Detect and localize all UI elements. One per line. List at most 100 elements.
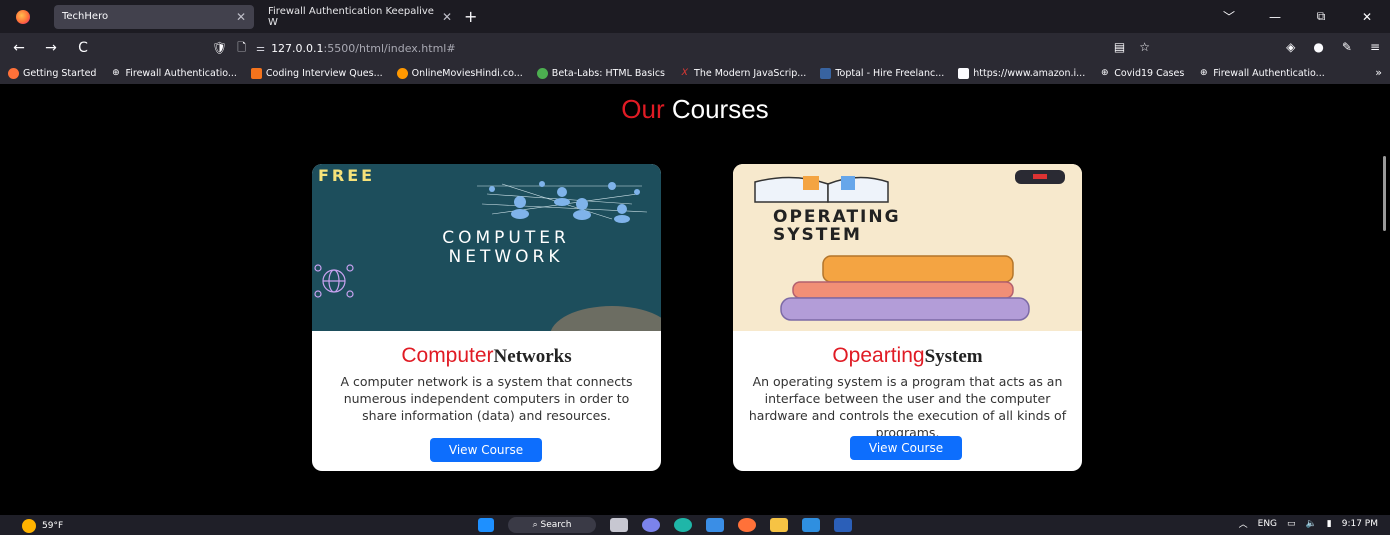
tab-techhero[interactable]: TechHero ✕ (54, 4, 254, 29)
globe-icon: ⊕ (1200, 68, 1208, 78)
free-label: FREE (318, 166, 375, 185)
system-tray: ︿ ENG ▭ 🔈 ▮ 9:17 PM (1239, 517, 1378, 531)
course-description: An operating system is a program that ac… (748, 374, 1067, 440)
new-tab-button[interactable]: + (464, 7, 477, 26)
url-path: :5500/html/index.html# (323, 41, 456, 55)
chat-icon[interactable] (642, 518, 660, 532)
taskbar-search-label: Search (540, 520, 572, 530)
restore-button[interactable]: ⧉ (1298, 9, 1344, 24)
network-label: NETWORK (449, 247, 564, 267)
bookmark-label: Coding Interview Ques... (265, 68, 383, 79)
bookmark-covid19[interactable]: ⊕ Covid19 Cases (1099, 68, 1184, 79)
weather-widget[interactable]: 59°F (22, 519, 63, 533)
edge-icon[interactable] (674, 518, 692, 532)
volume-icon[interactable]: 🔈 (1306, 519, 1317, 529)
tray-time[interactable]: 9:17 PM (1342, 519, 1378, 529)
close-window-button[interactable]: ✕ (1344, 10, 1390, 24)
search-icon: ⌕ (532, 520, 541, 530)
view-course-button[interactable]: View Course (850, 436, 962, 460)
account-icon[interactable]: ● (1313, 40, 1323, 54)
reload-button[interactable]: C (70, 40, 96, 56)
book-stack-icon (780, 255, 1030, 321)
page-scrollbar[interactable] (1380, 84, 1390, 515)
course-description: A computer network is a system that conn… (340, 374, 633, 423)
vscode-icon[interactable] (802, 518, 820, 532)
heading-rest: Courses (664, 94, 769, 124)
bookmark-toptal[interactable]: Toptal - Hire Freelanc... (820, 68, 944, 79)
bookmark-label: Covid19 Cases (1114, 68, 1185, 79)
tray-overflow-icon[interactable]: ︿ (1239, 517, 1248, 530)
firefox-logo-icon[interactable] (16, 9, 30, 24)
operating-system-illustration: OPERATING SYSTEM (754, 170, 1065, 321)
url-bar[interactable]: 🛡 🗋 ⚌ 127.0.0.1 :5500/html/index.html# (212, 36, 1152, 60)
minimize-button[interactable]: — (1252, 10, 1298, 24)
bookmark-label: Firewall Authenticatio... (125, 68, 237, 79)
shield-icon[interactable]: 🛡 (212, 41, 227, 55)
section-heading: Our Courses (0, 94, 1390, 125)
bookmark-amazon[interactable]: https://www.amazon.i... (958, 68, 1085, 79)
gfg-icon (250, 68, 262, 79)
bookmark-firewall[interactable]: ⊕ Firewall Authenticatio... (110, 68, 237, 79)
operating-label: OPERATING (773, 207, 901, 227)
globe-icon: ⊕ (1100, 68, 1109, 78)
bookmark-star-icon[interactable]: ☆ (1139, 40, 1150, 54)
url-actions: ▤ ☆ (1114, 40, 1150, 54)
bookmark-label: Getting Started (23, 68, 97, 79)
browser-tab-bar: TechHero ✕ Firewall Authentication Keepa… (0, 0, 1390, 33)
windows-start-icon[interactable] (478, 518, 494, 532)
back-button[interactable]: ← (6, 40, 32, 56)
bookmarks-bar: Getting Started ⊕ Firewall Authenticatio.… (0, 63, 1390, 84)
course-title-dark: Networks (493, 346, 572, 367)
course-image-computer-network: FREE COMPUTER NETWORK (312, 164, 661, 366)
bookmark-label: Toptal - Hire Freelanc... (835, 68, 945, 79)
window-controls: ﹀ — ⧉ ✕ (1206, 0, 1390, 33)
tab-label: Firewall Authentication Keepalive W (268, 5, 434, 28)
course-title-dark: System (924, 346, 983, 367)
course-card-operating-system: OPERATING SYSTEM OpeartingSystem An oper… (733, 164, 1082, 471)
course-card-computer-networks: FREE COMPUTER NETWORK ComputerNetworks A… (312, 164, 661, 471)
forward-button[interactable]: → (38, 40, 64, 56)
close-icon[interactable]: ✕ (442, 10, 452, 24)
computer-label: COMPUTER (442, 228, 570, 248)
bookmark-betalabs[interactable]: Beta-Labs: HTML Basics (536, 68, 666, 79)
pocket-icon[interactable]: ◈ (1286, 40, 1295, 54)
menu-icon[interactable]: ≡ (1370, 40, 1380, 54)
bookmark-label: https://www.amazon.i... (973, 68, 1086, 79)
tab-list-button[interactable]: ﹀ (1206, 8, 1252, 25)
close-icon[interactable]: ✕ (236, 10, 246, 24)
word-icon[interactable] (834, 518, 852, 532)
heading-accent: Our (621, 94, 665, 124)
bookmark-label: OnlineMoviesHindi.co... (411, 68, 523, 79)
tray-lang[interactable]: ENG (1258, 519, 1277, 529)
extensions-icon[interactable]: ✎ (1342, 40, 1352, 54)
bookmark-getting-started[interactable]: Getting Started (8, 68, 96, 79)
course-title: ComputerNetworks (312, 343, 661, 368)
bookmark-coding-interview[interactable]: Coding Interview Ques... (250, 68, 383, 79)
task-view-icon[interactable] (610, 518, 628, 532)
tab-label: TechHero (62, 11, 109, 22)
toptal-icon (820, 68, 832, 79)
view-course-button[interactable]: View Course (430, 438, 542, 462)
bookmarks-overflow-button[interactable]: » (1375, 66, 1382, 79)
bookmark-firewall-2[interactable]: ⊕ Firewall Authenticatio... (1198, 68, 1325, 79)
firefox-taskbar-icon[interactable] (738, 518, 756, 532)
sun-icon (22, 519, 36, 533)
navigation-bar: ← → C 🛡 🗋 ⚌ 127.0.0.1 :5500/html/index.h… (0, 33, 1390, 63)
bookmark-onlinemovies[interactable]: OnlineMoviesHindi.co... (396, 68, 523, 79)
battery-icon[interactable]: ▮ (1327, 519, 1332, 529)
bookmark-label: Beta-Labs: HTML Basics (551, 68, 666, 79)
course-image-operating-system: OPERATING SYSTEM (733, 164, 1082, 331)
course-title-red: Opearting (832, 344, 925, 367)
scrollbar-thumb[interactable] (1383, 156, 1386, 231)
taskbar-search[interactable]: ⌕ Search (508, 517, 596, 533)
file-explorer-icon[interactable] (770, 518, 788, 532)
tab-firewall[interactable]: Firewall Authentication Keepalive W ✕ (260, 5, 460, 29)
permissions-icon[interactable]: ⚌ (256, 43, 265, 54)
store-icon[interactable] (706, 518, 724, 532)
bookmark-modern-js[interactable]: 𝑋 The Modern JavaScrip... (679, 68, 806, 79)
reader-view-icon[interactable]: ▤ (1114, 40, 1125, 54)
windows-taskbar: 59°F ⌕ Search ︿ ENG ▭ 🔈 ▮ 9:17 PM (0, 515, 1390, 535)
movie-icon (396, 68, 408, 79)
page-content: Our Courses FREE COMPUTER NETWORK Comput… (0, 84, 1380, 515)
display-icon[interactable]: ▭ (1287, 519, 1296, 529)
